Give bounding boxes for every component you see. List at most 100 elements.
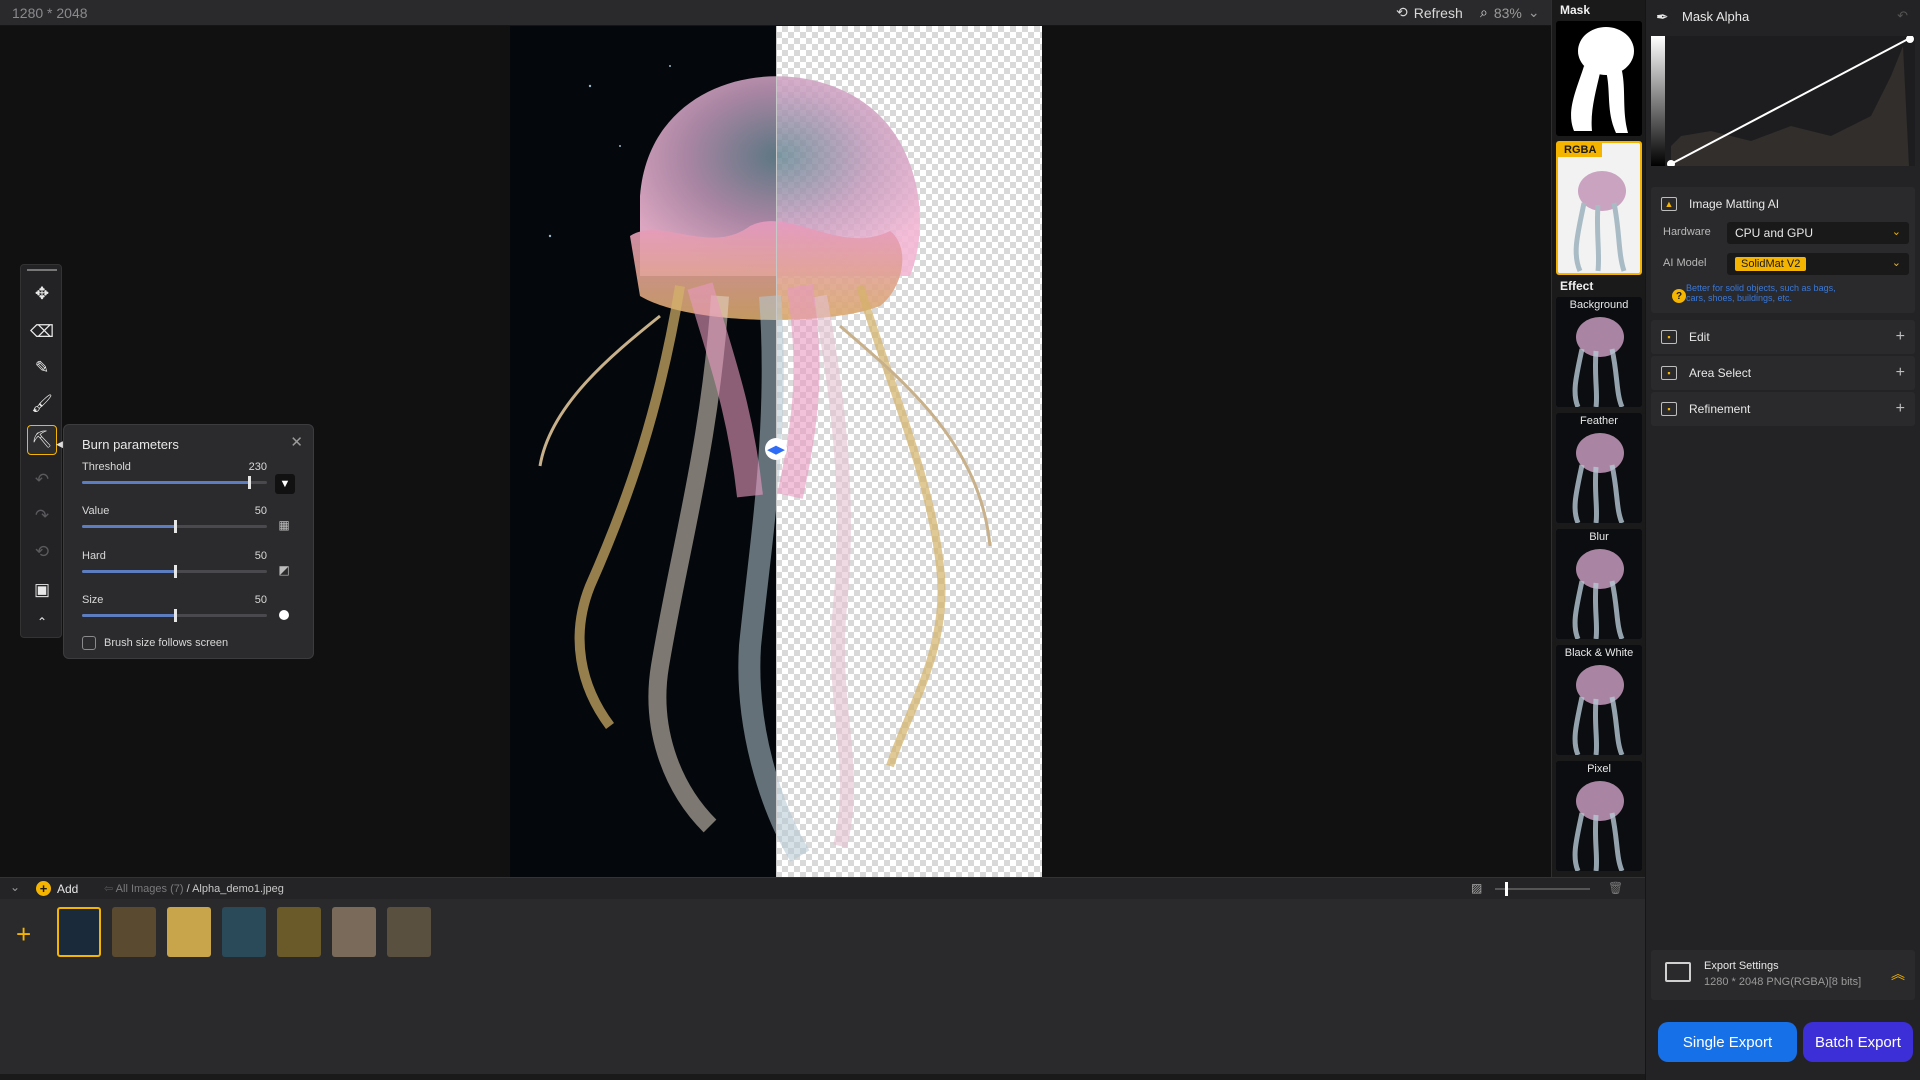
slider-thumb[interactable]: [173, 609, 177, 622]
zoom-control[interactable]: ⌕ 83% ⌄: [1480, 4, 1540, 21]
undo-button[interactable]: ↶: [27, 465, 57, 495]
reset-button[interactable]: ⟲: [27, 537, 57, 567]
refresh-label: Refresh: [1413, 4, 1463, 21]
toolbar-grip[interactable]: [27, 269, 57, 271]
close-icon[interactable]: ✕: [290, 433, 303, 451]
add-image-plus-icon[interactable]: +: [16, 919, 31, 950]
hardware-value: CPU and GPU: [1735, 226, 1814, 240]
checkbox-box[interactable]: [82, 636, 96, 650]
brush-tool[interactable]: ✎: [27, 353, 57, 383]
add-images-button[interactable]: + Add: [36, 881, 78, 896]
param-value: 50: [254, 550, 267, 562]
effect-thumbnail[interactable]: Feather: [1556, 413, 1642, 523]
magnifier-icon: ⌕: [1480, 4, 1488, 20]
move-tool[interactable]: ✥: [27, 279, 57, 309]
image-thumbnail[interactable]: [387, 907, 431, 957]
effect-thumbnail[interactable]: Pixel: [1556, 761, 1642, 871]
batch-export-button[interactable]: Batch Export: [1803, 1022, 1913, 1062]
reset-curve-icon[interactable]: ↶: [1897, 8, 1908, 24]
back-arrow-icon[interactable]: ⇦: [104, 883, 116, 895]
brush-size-follows-screen-checkbox[interactable]: Brush size follows screen: [82, 636, 228, 650]
collapse-chevron-icon[interactable]: ⌄: [10, 880, 20, 894]
plus-icon[interactable]: +: [1896, 400, 1905, 418]
section-header[interactable]: ▪ Area Select +: [1651, 356, 1915, 390]
monitor-gear-icon: [1665, 962, 1691, 982]
export-settings[interactable]: Export Settings 1280 * 2048 PNG(RGBA)[8 …: [1651, 950, 1915, 1000]
filmstrip: +: [0, 899, 1645, 1074]
param-slider[interactable]: [82, 476, 267, 489]
redo-button[interactable]: ↷: [27, 501, 57, 531]
section-header[interactable]: ▪ Refinement +: [1651, 392, 1915, 426]
param-slider[interactable]: [82, 520, 267, 533]
section-refinement[interactable]: ▪ Refinement +: [1651, 392, 1915, 426]
trash-icon[interactable]: 🗑: [1608, 881, 1623, 895]
effect-thumbnail[interactable]: Black & White: [1556, 645, 1642, 755]
eraser-tool[interactable]: ⌫: [27, 317, 57, 347]
plus-icon[interactable]: +: [1896, 328, 1905, 346]
double-chevron-up-icon[interactable]: ︽: [1891, 964, 1905, 984]
image-thumbnail[interactable]: [277, 907, 321, 957]
effect-thumbnail[interactable]: Blur: [1556, 529, 1642, 639]
add-label: Add: [57, 881, 79, 896]
param-value: 50: [254, 594, 267, 606]
size-icon: [275, 606, 293, 624]
slider-thumb[interactable]: [173, 565, 177, 578]
mask-alpha-curve[interactable]: [1651, 35, 1915, 168]
image-preview[interactable]: ◀▶: [510, 26, 1042, 877]
question-icon[interactable]: ?: [1672, 289, 1686, 303]
image-thumbnail[interactable]: [57, 907, 101, 957]
section-header[interactable]: ▪ Edit +: [1651, 320, 1915, 354]
slider-thumb[interactable]: [247, 476, 251, 489]
threshold-dropdown-button[interactable]: ▼: [275, 474, 295, 494]
thumbnail-size-slider[interactable]: [1495, 882, 1590, 896]
param-size: Size 50: [82, 594, 267, 628]
plus-icon[interactable]: +: [1896, 364, 1905, 382]
burn-tool[interactable]: ⛏: [27, 425, 57, 455]
refresh-button[interactable]: ⟲ Refresh: [1396, 4, 1463, 21]
param-label: Threshold: [82, 461, 131, 473]
paint-tool[interactable]: 🖌: [27, 389, 57, 419]
param-value: Value 50: [82, 505, 267, 539]
section-icon: ▪: [1661, 366, 1677, 380]
breadcrumb-root[interactable]: All Images (7): [116, 883, 184, 895]
section-area-select[interactable]: ▪ Area Select +: [1651, 356, 1915, 390]
slider-fill: [82, 481, 249, 484]
image-thumbnail[interactable]: [167, 907, 211, 957]
param-slider[interactable]: [82, 565, 267, 578]
single-export-button[interactable]: Single Export: [1658, 1022, 1797, 1062]
ai-model-label: AI Model: [1663, 257, 1707, 269]
effect-label: Blur: [1589, 531, 1609, 543]
compare-handle[interactable]: ◀▶: [765, 438, 787, 460]
view-toggle[interactable]: ▣: [27, 575, 57, 605]
section-label: Edit: [1689, 330, 1710, 344]
ai-model-select[interactable]: SolidMat V2 ⌄: [1727, 253, 1909, 275]
image-thumbnail[interactable]: [222, 907, 266, 957]
thumbnail-size-icon: ▨: [1471, 881, 1483, 895]
export-settings-detail: 1280 * 2048 PNG(RGBA)[8 bits]: [1704, 976, 1862, 988]
mask-alpha-title: Mask Alpha: [1682, 9, 1750, 24]
slider-thumb[interactable]: [173, 520, 177, 533]
mask-heading: Mask: [1560, 3, 1591, 17]
right-panel: ✒ Mask Alpha ↶ ▲ Image Matting AI Hardwa…: [1645, 0, 1920, 1080]
effect-label: Black & White: [1564, 647, 1634, 659]
roller-icon: ⛏: [31, 430, 53, 449]
collapse-toolbar[interactable]: ⌃: [27, 607, 57, 637]
effect-thumbnail[interactable]: Background: [1556, 297, 1642, 407]
slider-thumb[interactable]: [1505, 882, 1508, 896]
section-edit[interactable]: ▪ Edit +: [1651, 320, 1915, 354]
mask-thumbnail[interactable]: [1556, 21, 1642, 136]
rgba-thumbnail[interactable]: RGBA: [1556, 141, 1642, 275]
effect-label: Feather: [1580, 415, 1618, 427]
param-slider[interactable]: [82, 609, 267, 622]
slider-fill: [82, 525, 175, 528]
image-matting-header[interactable]: ▲ Image Matting AI: [1651, 187, 1915, 221]
image-thumbnail[interactable]: [332, 907, 376, 957]
param-label: Value: [82, 505, 110, 517]
chevron-down-icon: ⌄: [1891, 257, 1901, 269]
param-label: Hard: [82, 550, 106, 562]
param-hard: Hard 50: [82, 550, 267, 584]
section-label: Area Select: [1689, 366, 1752, 380]
image-thumbnail[interactable]: [112, 907, 156, 957]
chevron-down-icon: ⌄: [1527, 4, 1540, 20]
hardware-select[interactable]: CPU and GPU ⌄: [1727, 222, 1909, 244]
